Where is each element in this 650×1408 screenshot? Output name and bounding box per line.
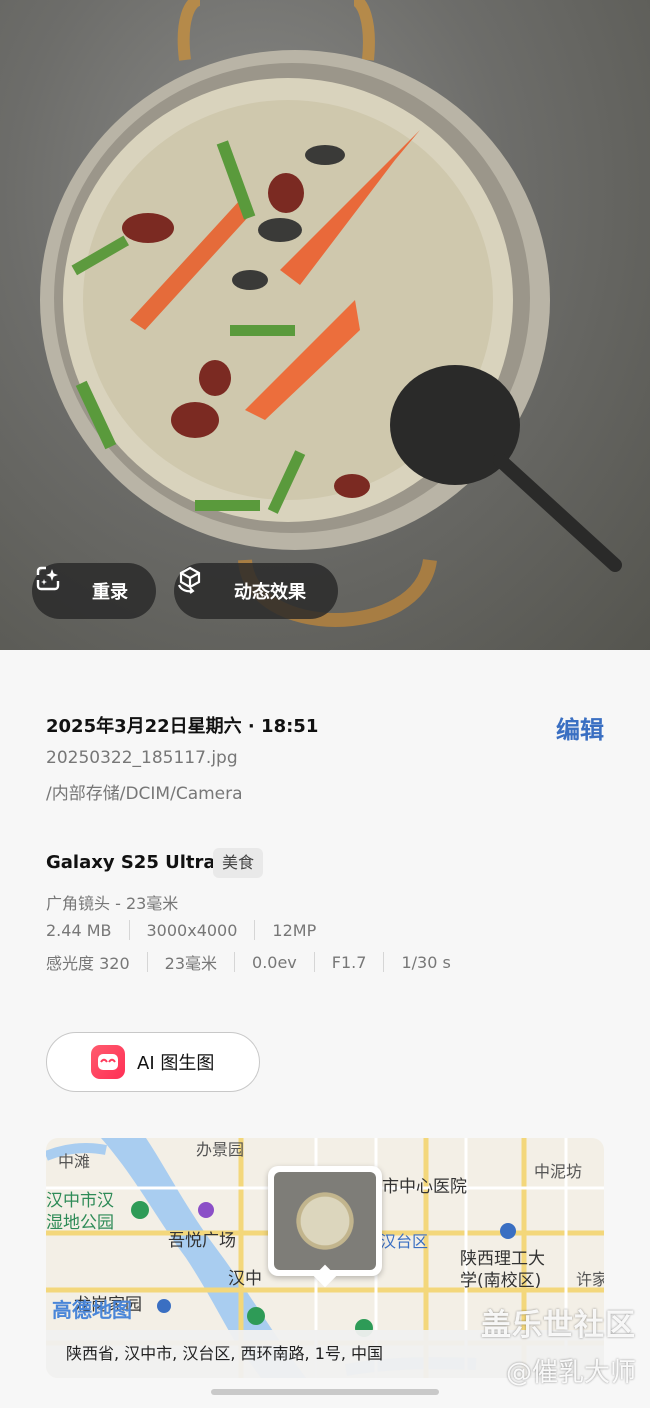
iso: 感光度 320	[46, 954, 130, 973]
map-label-hanzhong: 汉中	[228, 1269, 262, 1289]
divider	[128, 920, 130, 940]
motion-effect-label: 动态效果	[234, 582, 306, 603]
datetime: 2025年3月22日星期六 · 18:51	[46, 716, 319, 737]
map-label-wetland-park: 汉中市汉 湿地公园	[46, 1191, 114, 1233]
map-label-zhongtan: 中滩	[58, 1152, 91, 1171]
motion-effect-button[interactable]: 动态效果	[174, 563, 338, 619]
ai-image-to-image-button[interactable]: AI 图生图	[46, 1032, 260, 1092]
map-label-banjingyuan: 办景园	[196, 1140, 245, 1159]
edit-button[interactable]: 编辑	[556, 710, 604, 745]
photo-view[interactable]: 重录 动态效果	[0, 0, 650, 650]
file-size: 2.44 MB	[46, 920, 112, 940]
lens-info: 广角镜头 - 23毫米	[46, 894, 179, 913]
file-specs: 2.44 MB 3000x4000 12MP	[46, 920, 316, 940]
watermark-author: @催乳大师	[505, 1358, 636, 1388]
map-label-xujia: 许家	[576, 1270, 604, 1289]
divider	[146, 952, 148, 972]
divider	[234, 952, 236, 972]
file-path: /内部存储/DCIM/Camera	[46, 784, 243, 804]
divider	[254, 920, 256, 940]
megapixels: 12MP	[272, 920, 317, 940]
cube-rotate-icon	[177, 566, 224, 607]
divider	[313, 952, 315, 972]
divider	[383, 952, 385, 972]
watermark-community: 盖乐世社区	[481, 1308, 636, 1343]
filename: 20250322_185117.jpg	[46, 748, 238, 768]
exposure-value: 0.0ev	[252, 952, 297, 972]
ai-button-label: AI 图生图	[137, 1053, 215, 1074]
map-photo-pin[interactable]	[268, 1166, 382, 1288]
map-label-wuyue-plaza: 吾悦广场	[168, 1231, 236, 1251]
map-label-zhongnifang: 中泥坊	[534, 1162, 583, 1181]
exposure-specs: 感光度 320 23毫米 0.0ev F1.7 1/30 s	[46, 950, 451, 974]
map-label-hospital: 市中心医院	[382, 1177, 467, 1197]
ai-redo-icon	[36, 566, 82, 607]
device-name: Galaxy S25 Ultra	[46, 852, 216, 873]
map-label-hantai-district: 汉台区	[380, 1232, 429, 1251]
redo-button[interactable]: 重录	[32, 563, 156, 619]
redo-label: 重录	[92, 582, 128, 603]
category-tag[interactable]: 美食	[213, 848, 264, 878]
details-panel: 2025年3月22日星期六 · 18:51 编辑 20250322_185117…	[0, 650, 650, 1408]
home-indicator[interactable]	[211, 1389, 439, 1395]
photo-thumbnail	[274, 1172, 376, 1270]
shutter-speed: 1/30 s	[401, 952, 451, 972]
food-photo	[40, 0, 622, 627]
amap-logo: 高德地图	[52, 1298, 132, 1322]
resolution: 3000x4000	[146, 920, 238, 940]
focal-length: 23毫米	[164, 954, 218, 973]
map-label-university: 陕西理工大 学(南校区)	[460, 1249, 545, 1291]
ai-app-icon	[91, 1045, 125, 1079]
aperture: F1.7	[331, 952, 367, 972]
